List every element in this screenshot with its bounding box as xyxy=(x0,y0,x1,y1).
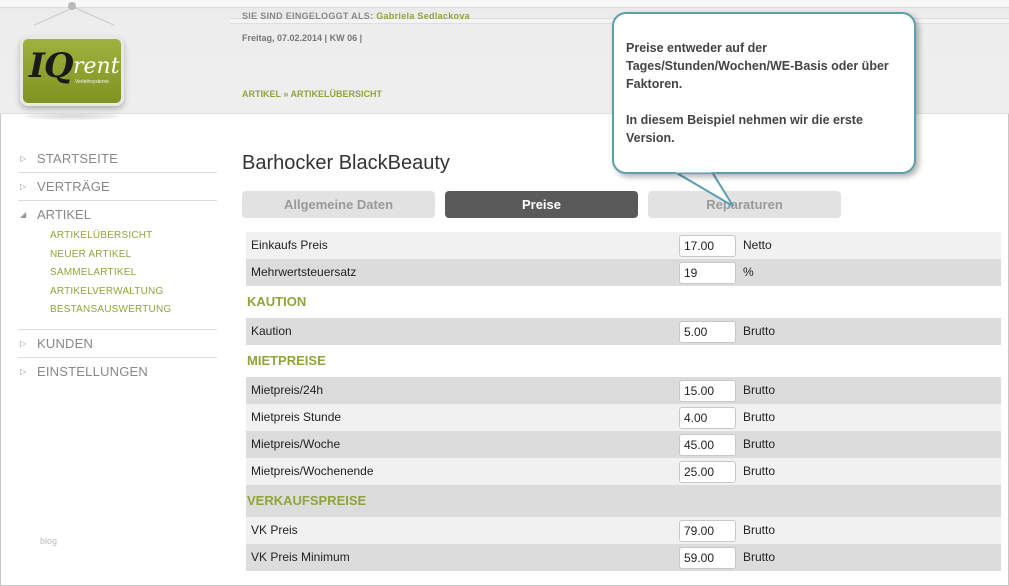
row-unit: Brutto xyxy=(743,324,776,338)
section-heading-verkaufspreise: VERKAUFSPREISE xyxy=(246,485,1001,517)
sidebar-subitem-bestansauswertung[interactable]: BESTANSAUSWERTUNG xyxy=(18,303,217,322)
row-label: Mietpreis/Woche xyxy=(251,437,341,451)
row-unit: Netto xyxy=(743,238,772,252)
einkaufs-preis-input[interactable]: 17.00 xyxy=(679,235,736,257)
blog-link[interactable]: blog xyxy=(40,536,57,546)
sidebar-item-label: STARTSEITE xyxy=(37,151,118,166)
chevron-right-icon: ▷ xyxy=(20,366,27,376)
callout-tooltip: Preise entweder auf der Tages/Stunden/Wo… xyxy=(612,12,916,174)
table-row: Mietpreis/Wochenende 25.00 Brutto xyxy=(246,458,1001,485)
chevron-right-icon: ▷ xyxy=(20,154,27,163)
sidebar-group-artikel: ◢ ARTIKEL ARTIKELÜBERSICHT NEUER ARTIKEL… xyxy=(18,201,217,330)
sidebar-item-vertraege[interactable]: ▷ VERTRÄGE xyxy=(18,173,217,201)
logo[interactable]: IQ rent Verleihsysteme xyxy=(20,36,124,106)
chevron-right-icon: ▷ xyxy=(20,338,27,348)
row-unit: Brutto xyxy=(743,523,776,537)
sidebar-item-einstellungen[interactable]: ▷ EINSTELLUNGEN xyxy=(18,358,217,386)
mehrwertsteuersatz-input[interactable]: 19 xyxy=(679,262,736,284)
sidebar-subitem-artikelverwaltung[interactable]: ARTIKELVERWALTUNG xyxy=(18,285,217,304)
sidebar-subitem-artikeluebersicht[interactable]: ARTIKELÜBERSICHT xyxy=(18,229,217,248)
sidebar-subitem-neuer-artikel[interactable]: NEUER ARTIKEL xyxy=(18,248,217,267)
mietpreis-stunde-input[interactable]: 4.00 xyxy=(679,407,736,429)
section-heading-kaution: KAUTION xyxy=(246,286,1001,318)
logo-iq: IQ xyxy=(29,46,74,86)
sidebar-item-label: KUNDEN xyxy=(37,335,94,351)
login-label: SIE SIND EINGELOGGT ALS: xyxy=(242,11,374,21)
sidebar-item-startseite[interactable]: ▷ STARTSEITE xyxy=(18,145,217,173)
sidebar-subitem-sammelartikel[interactable]: SAMMELARTIKEL xyxy=(18,266,217,285)
row-label: Kaution xyxy=(251,324,292,338)
date-line: Freitag, 07.02.2014 | KW 06 | xyxy=(242,33,363,43)
tab-allgemeine-daten[interactable]: Allgemeine Daten xyxy=(242,191,435,218)
kaution-input[interactable]: 5.00 xyxy=(679,321,736,343)
row-label: Mietpreis/24h xyxy=(251,383,324,397)
row-unit: Brutto xyxy=(743,410,776,424)
sidebar-item-kunden[interactable]: ▷ KUNDEN xyxy=(18,330,217,358)
callout-text-1: Preise entweder auf der Tages/Stunden/Wo… xyxy=(626,41,889,91)
table-row: VK Preis Minimum 59.00 Brutto xyxy=(246,544,1001,571)
table-row: Mehrwertsteuersatz 19 % xyxy=(246,259,1001,286)
table-row: Kaution 5.00 Brutto xyxy=(246,318,1001,345)
logo-pin xyxy=(68,2,76,10)
sidebar-item-label: EINSTELLUNGEN xyxy=(37,363,148,379)
row-label: Mietpreis Stunde xyxy=(251,410,342,424)
sidebar-item-label: VERTRÄGE xyxy=(37,179,110,194)
tab-preise[interactable]: Preise xyxy=(445,191,638,218)
table-row: Mietpreis/Woche 45.00 Brutto xyxy=(246,431,1001,458)
vk-preis-input[interactable]: 79.00 xyxy=(679,520,736,542)
price-form: Einkaufs Preis 17.00 Netto Mehrwertsteue… xyxy=(246,232,1001,571)
breadcrumb[interactable]: ARTIKEL » ARTIKELÜBERSICHT xyxy=(242,89,382,99)
table-row: Mietpreis Stunde 4.00 Brutto xyxy=(246,404,1001,431)
sidebar-item-artikel[interactable]: ◢ ARTIKEL xyxy=(18,201,217,229)
page-title: Barhocker BlackBeauty xyxy=(242,152,450,174)
row-unit: Brutto xyxy=(743,464,776,478)
section-heading-mietpreise: MIETPREISE xyxy=(246,345,1001,377)
table-row: Mietpreis/24h 15.00 Brutto xyxy=(246,377,1001,404)
login-user[interactable]: Gabriela Sedlackova xyxy=(376,11,470,21)
callout-text-2: In diesem Beispiel nehmen wir die erste … xyxy=(626,113,863,145)
row-unit: Brutto xyxy=(743,383,776,397)
row-label: VK Preis Minimum xyxy=(251,550,350,564)
mietpreis-woche-input[interactable]: 45.00 xyxy=(679,434,736,456)
chevron-right-icon: ▷ xyxy=(20,182,27,191)
row-label: Einkaufs Preis xyxy=(251,238,328,252)
logo-rent: rent xyxy=(73,54,120,79)
row-unit: Brutto xyxy=(743,437,776,451)
table-row: Einkaufs Preis 17.00 Netto xyxy=(246,232,1001,259)
row-label: Mehrwertsteuersatz xyxy=(251,265,357,279)
login-status: SIE SIND EINGELOGGT ALS: Gabriela Sedlac… xyxy=(242,11,470,21)
tab-reparaturen[interactable]: Reparaturen xyxy=(648,191,841,218)
row-unit: % xyxy=(743,265,754,279)
sidebar-nav: ▷ STARTSEITE ▷ VERTRÄGE ◢ ARTIKEL ARTIKE… xyxy=(18,145,217,386)
sidebar-item-label: ARTIKEL xyxy=(37,207,91,222)
mietpreis-24h-input[interactable]: 15.00 xyxy=(679,380,736,402)
table-row: VK Preis 79.00 Brutto xyxy=(246,517,1001,544)
row-unit: Brutto xyxy=(743,550,776,564)
mietpreis-wochenende-input[interactable]: 25.00 xyxy=(679,461,736,483)
row-label: Mietpreis/Wochenende xyxy=(251,464,374,478)
row-label: VK Preis xyxy=(251,523,298,537)
logo-tagline: Verleihsysteme xyxy=(75,79,109,85)
chevron-down-icon: ◢ xyxy=(20,210,27,219)
vk-preis-minimum-input[interactable]: 59.00 xyxy=(679,547,736,569)
